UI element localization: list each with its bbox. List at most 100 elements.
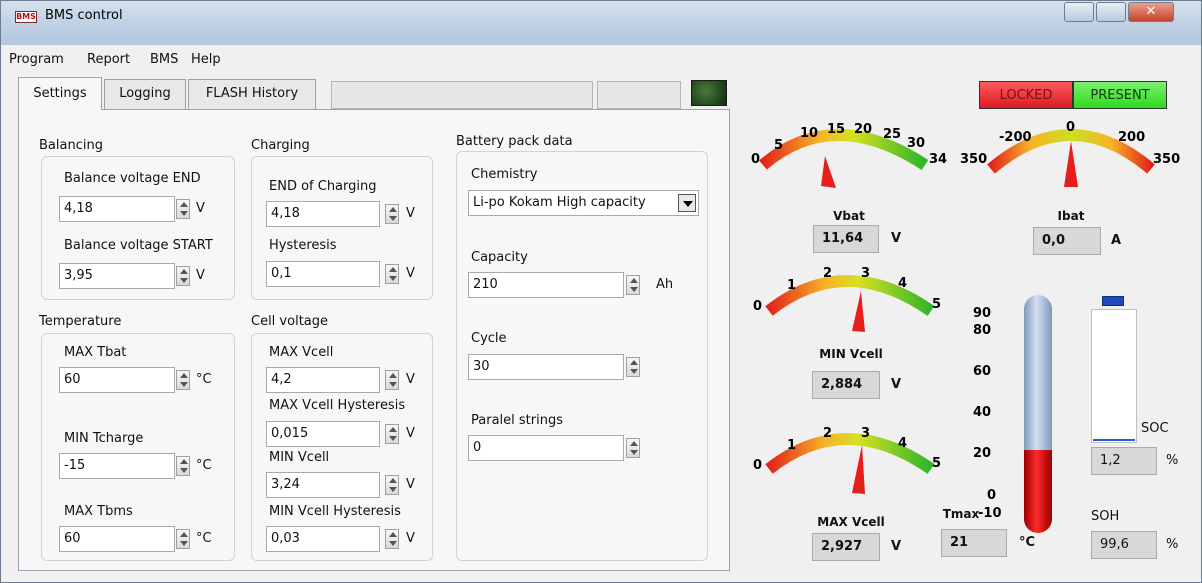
min-vcell-label: MIN Vcell xyxy=(269,450,330,465)
cycle-field[interactable]: 30 xyxy=(468,354,624,380)
menu-report[interactable]: Report xyxy=(87,52,130,67)
status-field-1 xyxy=(331,81,593,109)
min-tcharge-field[interactable]: -15 xyxy=(59,453,175,479)
max-vcell-hysteresis-field[interactable]: 0,015 xyxy=(266,421,380,447)
ibat-needle xyxy=(1064,141,1078,187)
min-vcell-tick: 2 xyxy=(823,266,832,281)
tab-logging[interactable]: Logging xyxy=(104,79,186,109)
soh-unit: % xyxy=(1166,537,1179,552)
max-vcell-spinner[interactable] xyxy=(385,370,399,390)
menu-help[interactable]: Help xyxy=(191,52,221,67)
hysteresis-field[interactable]: 0,1 xyxy=(266,261,380,287)
min-vcell-tick: 0 xyxy=(753,299,762,314)
min-tcharge-spinner[interactable] xyxy=(176,456,190,476)
chemistry-select[interactable]: Li-po Kokam High capacity xyxy=(468,190,699,216)
thermometer-tick: -10 xyxy=(978,506,1002,521)
max-vcell-value: 2,927 xyxy=(812,533,880,561)
end-of-charging-label: END of Charging xyxy=(269,179,377,194)
menu-program[interactable]: Program xyxy=(9,52,64,67)
cycle-spinner[interactable] xyxy=(626,357,640,377)
max-vcell-hysteresis-spinner[interactable] xyxy=(385,424,399,444)
min-vcell-gauge-label: MIN Vcell xyxy=(819,347,883,361)
tab-flash-history[interactable]: FLASH History xyxy=(188,79,316,109)
max-tbat-label: MAX Tbat xyxy=(64,345,127,360)
vbat-tick: 0 xyxy=(751,152,760,167)
end-of-charging-unit: V xyxy=(406,206,415,221)
max-vcell-tick: 5 xyxy=(932,456,941,471)
max-vcell-tick: 0 xyxy=(753,458,762,473)
max-tbms-label: MAX Tbms xyxy=(64,504,133,519)
hysteresis-unit: V xyxy=(406,266,415,281)
soc-battery-body xyxy=(1091,309,1137,443)
thermometer-tick: 90 xyxy=(973,306,991,321)
chemistry-label: Chemistry xyxy=(471,167,538,182)
minimize-button[interactable] xyxy=(1064,2,1094,22)
end-of-charging-spinner[interactable] xyxy=(385,204,399,224)
vbat-tick: 30 xyxy=(907,136,925,151)
vbat-unit: V xyxy=(891,231,902,246)
min-vcell-hysteresis-field[interactable]: 0,03 xyxy=(266,526,380,552)
charging-title: Charging xyxy=(251,138,310,153)
soc-battery-cap xyxy=(1102,296,1124,306)
max-vcell-label: MAX Vcell xyxy=(269,345,334,360)
balance-start-unit: V xyxy=(196,268,205,283)
max-tbms-unit: °C xyxy=(196,531,212,546)
max-tbat-spinner[interactable] xyxy=(176,370,190,390)
max-vcell-field[interactable]: 4,2 xyxy=(266,367,380,393)
thermometer-tick: 80 xyxy=(973,323,991,338)
max-vcell-hysteresis-unit: V xyxy=(406,426,415,441)
menu-bms[interactable]: BMS xyxy=(150,52,178,67)
balance-start-spinner[interactable] xyxy=(176,266,190,286)
min-vcell-tick: 3 xyxy=(861,266,870,281)
max-vcell-tick: 2 xyxy=(823,426,832,441)
paralel-strings-field[interactable]: 0 xyxy=(468,435,624,461)
capacity-field[interactable]: 210 xyxy=(468,272,624,298)
soh-value: 99,6 xyxy=(1091,531,1157,559)
cycle-label: Cycle xyxy=(471,331,507,346)
cell-voltage-title: Cell voltage xyxy=(251,314,329,329)
ibat-value: 0,0 xyxy=(1033,227,1101,255)
balance-end-label: Balance voltage END xyxy=(64,171,201,186)
max-vcell-unit: V xyxy=(406,372,415,387)
balance-end-field[interactable]: 4,18 xyxy=(59,196,175,222)
chemistry-dropdown-button[interactable] xyxy=(678,194,696,212)
soc-fill xyxy=(1093,439,1135,441)
capacity-spinner[interactable] xyxy=(626,275,640,295)
balance-start-field[interactable]: 3,95 xyxy=(59,263,175,289)
vbat-tick: 34 xyxy=(929,152,947,167)
close-button[interactable]: ✕ xyxy=(1128,2,1174,22)
max-vcell-tick: 1 xyxy=(787,438,796,453)
balance-start-label: Balance voltage START xyxy=(64,238,213,253)
vbat-label: Vbat xyxy=(833,209,865,223)
max-vcell-gauge-label: MAX Vcell xyxy=(817,515,885,529)
vbat-gauge xyxy=(759,129,929,188)
min-vcell-field[interactable]: 3,24 xyxy=(266,472,380,498)
min-vcell-tick: 4 xyxy=(898,276,907,291)
hysteresis-spinner[interactable] xyxy=(385,264,399,284)
max-tbms-spinner[interactable] xyxy=(176,529,190,549)
balancing-title: Balancing xyxy=(39,138,103,153)
min-vcell-hysteresis-label: MIN Vcell Hysteresis xyxy=(269,504,401,519)
window-title: BMS control xyxy=(45,8,123,23)
end-of-charging-field[interactable]: 4,18 xyxy=(266,201,380,227)
ibat-unit: A xyxy=(1111,233,1122,248)
maximize-button[interactable] xyxy=(1096,2,1126,22)
balance-end-spinner[interactable] xyxy=(176,199,190,219)
tab-settings[interactable]: Settings xyxy=(18,77,102,110)
ibat-tick: 350 xyxy=(1153,152,1180,167)
max-vcell-hysteresis-label: MAX Vcell Hysteresis xyxy=(269,398,406,413)
thermometer-tick: 40 xyxy=(973,405,991,420)
min-vcell-tick: 5 xyxy=(932,297,941,312)
max-vcell-needle xyxy=(852,445,865,494)
capacity-unit: Ah xyxy=(656,277,674,292)
locked-indicator: LOCKED xyxy=(979,81,1073,109)
min-vcell-hysteresis-spinner[interactable] xyxy=(385,529,399,549)
min-vcell-spinner[interactable] xyxy=(385,475,399,495)
thermometer-tick: 60 xyxy=(973,364,991,379)
paralel-strings-spinner[interactable] xyxy=(626,438,640,458)
title-bar: BMS BMS control ✕ xyxy=(1,1,1201,45)
max-tbms-field[interactable]: 60 xyxy=(59,526,175,552)
max-tbat-field[interactable]: 60 xyxy=(59,367,175,393)
min-vcell-value-unit: V xyxy=(891,377,902,392)
menu-bar: Program Report BMS Help xyxy=(1,49,1201,71)
